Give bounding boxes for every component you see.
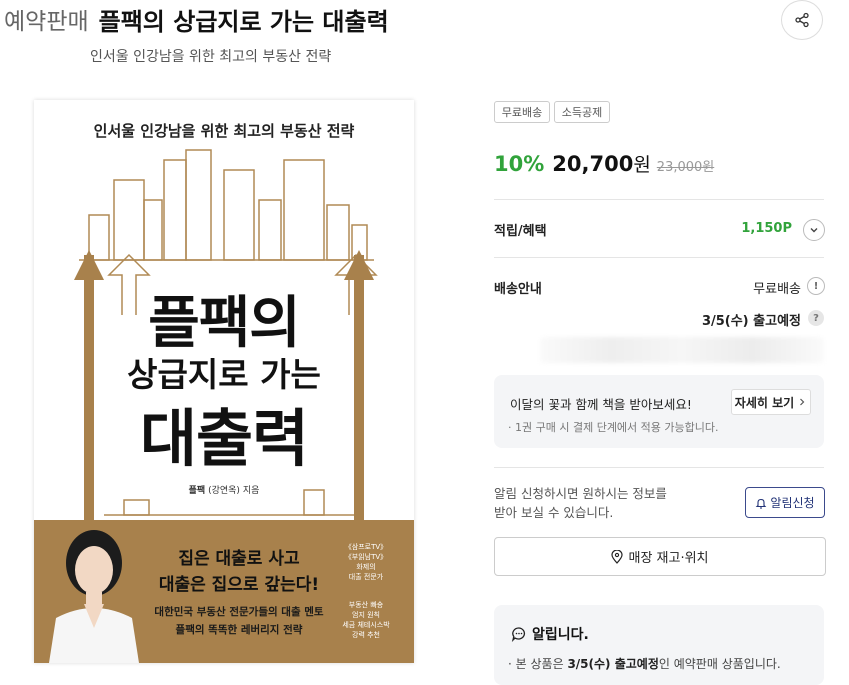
notice-line: · 본 상품은 3/5(수) 출고예정인 예약판매 상품입니다. [508,657,781,671]
bell-icon [756,498,767,509]
tax-deduction-badge: 소득공제 [554,101,610,123]
location-pin-icon [611,549,624,564]
cover-author-name: 플팩 [188,486,206,496]
free-shipping-badge: 무료배송 [494,101,550,123]
promo-detail-button[interactable]: 자세히 보기 [731,389,811,415]
shipping-info-button[interactable]: ! [807,277,825,295]
sale-price: 20,700 [552,152,634,176]
laurel2-line: 엄지 원칙 [352,611,380,619]
help-icon[interactable]: ? [808,310,824,326]
laurel-badge-2: 부동산 빠숑 엄지 원칙 세금 체테시스박 강력 추천 [334,600,398,640]
chat-bubble-icon [511,627,525,642]
alarm-text-line: 받아 보실 수 있습니다. [494,505,614,520]
notice-line-bold: 3/5(수) 출고예정 [567,657,659,671]
notice-heading: 알립니다. [511,624,589,644]
cover-author-realname: (강연옥) [208,486,240,496]
notice-line-suffix: 인 예약판매 상품입니다. [658,657,781,671]
cover-title-line1: 플팩의 [148,291,301,356]
cover-author: 플팩 (강연옥) 지음 [34,483,414,496]
chevron-down-icon [810,228,818,233]
laurel1-line: 《부읽남TV》 [344,553,388,561]
cover-headline1: 집은 대출로 사고 [178,549,300,569]
alarm-description: 알림 신청하시면 원하시는 정보를 받아 보실 수 있습니다. [494,484,714,522]
laurel1-line: 《삼프로TV》 [344,543,388,551]
divider [494,467,824,468]
cover-subline1: 대한민국 부동산 전문가들의 대출 멘토 [154,606,324,618]
alarm-text-line: 알림 신청하시면 원하시는 정보를 [494,486,667,501]
notice-title: 알립니다. [532,627,589,643]
preorder-label: 예약판매 [4,9,89,35]
share-button[interactable] [781,0,823,40]
laurel2-line: 세금 체테시스박 [342,621,390,629]
product-title-row: 예약판매 플팩의 상급지로 가는 대출력 [4,2,389,36]
cover-tagline: 인서울 인강남을 위한 최고의 부동산 전략 [93,122,355,140]
chevron-right-icon [800,398,805,406]
cover-title-line3: 대출력 [139,402,309,475]
release-date: 3/5(수) 출고예정 [701,314,801,329]
divider [494,257,824,258]
book-cover-image[interactable]: 인서울 인강남을 위한 최고의 부동산 전략 플팩의 상급지로 가는 대출력 플… [34,100,414,663]
points-label: 적립/혜택 [494,224,547,239]
laurel-badge-1: 《삼프로TV》 《부읽남TV》 화제의 대출 전문가 [334,542,398,582]
price-unit: 원 [633,154,651,176]
laurel2-line: 강력 추천 [352,631,380,639]
product-title: 플팩의 상급지로 가는 대출력 [98,7,389,36]
store-stock-label: 매장 재고·위치 [628,551,709,566]
discount-rate: 10% [494,152,545,176]
laurel1-line: 화제의 [356,563,376,571]
shipping-label: 배송안내 [494,282,542,297]
product-subtitle: 인서울 인강남을 위한 최고의 부동산 전략 [90,49,332,65]
original-price: 23,000원 [656,160,715,175]
alarm-button-label: 알림신청 [770,496,815,510]
promo-note: · 1권 구매 시 결제 단계에서 적용 가능합니다. [508,421,719,434]
laurel2-line: 부동산 빠숑 [348,601,384,609]
share-icon [795,12,809,28]
exclamation-icon: ! [813,280,819,292]
promo-detail-label: 자세히 보기 [734,395,795,410]
blurred-content [540,337,824,363]
divider [494,199,824,200]
notice-box [494,605,824,685]
price-row: 10% 20,700 원 23,000원 [494,150,714,177]
points-value: 1,150P [741,221,792,236]
cover-headline2: 대출은 집으로 갚는다! [158,575,320,595]
laurel1-line: 대출 전문가 [348,573,384,581]
cover-subline2: 플팩의 똑똑한 레버리지 전략 [175,624,303,636]
cover-author-suffix: 지음 [242,486,260,496]
points-expand-button[interactable] [803,219,825,241]
shipping-value: 무료배송 [753,282,801,297]
promo-title: 이달의 꽃과 함께 책을 받아보세요! [510,397,692,412]
notice-line-prefix: 본 상품은 [515,657,568,671]
alarm-subscribe-button[interactable]: 알림신청 [745,487,825,518]
store-stock-button[interactable]: 매장 재고·위치 [494,537,826,576]
